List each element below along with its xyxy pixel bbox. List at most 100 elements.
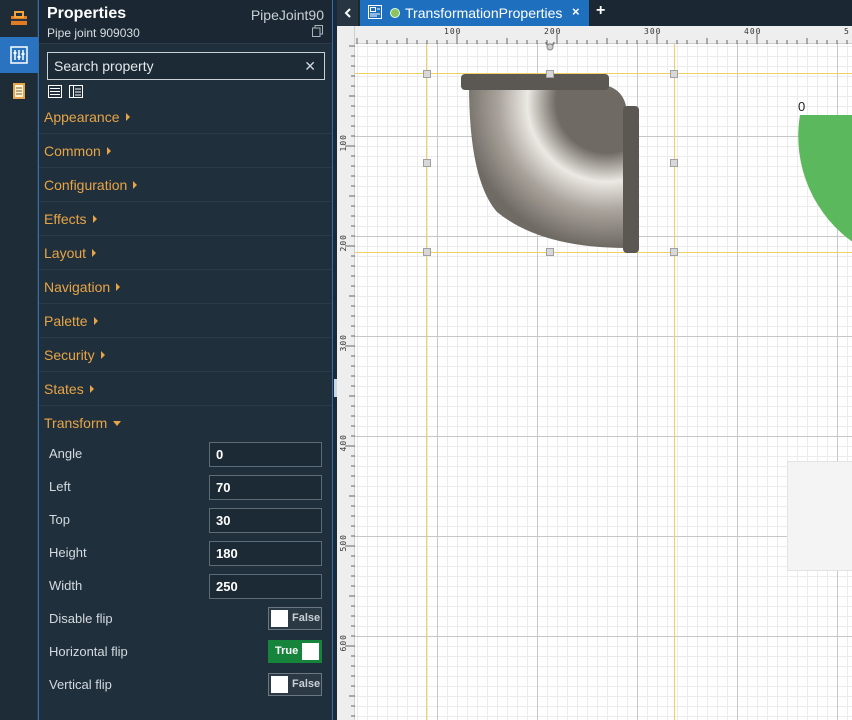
gauge-widget[interactable]	[797, 112, 852, 252]
resize-handle[interactable]	[670, 248, 678, 256]
prop-label: Angle	[49, 446, 83, 461]
prop-label: Top	[49, 512, 70, 527]
ruler-ticks	[345, 45, 355, 717]
tab-bar: TransformationProperties × +	[337, 0, 852, 26]
toggle-knob	[271, 610, 288, 627]
prop-label: Width	[49, 578, 83, 593]
search-input[interactable]	[48, 53, 298, 79]
toolbox-icon	[11, 11, 27, 25]
toolbox-button[interactable]	[0, 0, 38, 36]
resize-handle[interactable]	[546, 248, 554, 256]
category-appearance[interactable]: Appearance	[39, 101, 332, 134]
category-configuration[interactable]: Configuration	[39, 169, 332, 202]
copy-icon[interactable]	[312, 25, 323, 37]
prop-label: Vertical flip	[49, 677, 112, 692]
category-layout[interactable]: Layout	[39, 237, 332, 270]
category-label: Transform	[44, 415, 122, 431]
ruler-tick-label: 200	[339, 234, 348, 252]
category-states[interactable]: States	[39, 373, 332, 406]
top-input[interactable]: 30	[209, 508, 322, 533]
category-common[interactable]: Common	[39, 135, 332, 168]
category-label: Palette	[44, 313, 98, 329]
caret-right-icon	[92, 249, 97, 257]
category-label: Effects	[44, 211, 97, 227]
ruler-tick-label: 600	[339, 634, 348, 652]
prop-label: Height	[49, 545, 87, 560]
category-label: States	[44, 381, 94, 397]
caret-right-icon	[89, 385, 94, 393]
resize-handle[interactable]	[670, 159, 678, 167]
search-box: ✕	[47, 52, 325, 80]
selection-guide-right	[674, 44, 675, 720]
toggle-knob	[302, 643, 319, 660]
caret-right-icon	[92, 215, 97, 223]
disable-flip-toggle[interactable]: False	[268, 607, 322, 630]
status-dot	[390, 8, 400, 18]
angle-input[interactable]: 0	[209, 442, 322, 467]
left-icon-rail	[0, 0, 38, 720]
display-icon	[368, 5, 382, 19]
properties-button[interactable]	[0, 37, 38, 73]
rotate-handle-icon[interactable]	[544, 38, 556, 52]
caret-right-icon	[100, 351, 105, 359]
clear-search-icon[interactable]: ✕	[304, 58, 316, 75]
category-label: Appearance	[44, 109, 130, 125]
vertical-flip-toggle[interactable]: False	[268, 673, 322, 696]
ruler-tick-label: 300	[644, 27, 662, 36]
properties-panel: Properties Pipe joint 909030 PipeJoint90…	[38, 0, 333, 720]
horizontal-ruler: 100 200 300 400 5	[337, 26, 852, 44]
resize-handle[interactable]	[423, 70, 431, 78]
resize-handle[interactable]	[670, 70, 678, 78]
category-transform[interactable]: Transform	[39, 407, 332, 440]
canvas-placeholder-box[interactable]	[787, 461, 852, 571]
vertical-ruler: 100 200 300 400 500 600	[337, 26, 355, 720]
category-label: Security	[44, 347, 105, 363]
tab-close-button[interactable]: ×	[572, 4, 580, 19]
prop-label: Horizontal flip	[49, 644, 128, 659]
ruler-tick-label: 400	[339, 434, 348, 452]
toggle-knob	[271, 676, 288, 693]
chevron-left-icon	[344, 8, 351, 18]
resize-handle[interactable]	[546, 70, 554, 78]
prop-vertical-flip: Vertical flip False	[39, 673, 332, 706]
tab-transformation-properties[interactable]: TransformationProperties ×	[360, 0, 589, 26]
caret-right-icon	[116, 283, 121, 291]
resize-handle[interactable]	[423, 159, 431, 167]
caret-right-icon	[106, 147, 111, 155]
category-security[interactable]: Security	[39, 339, 332, 372]
panel-title: Properties	[47, 5, 127, 22]
category-label: Layout	[44, 245, 97, 261]
prop-height: Height 180	[39, 541, 332, 574]
prop-top: Top 30	[39, 508, 332, 541]
resize-handle[interactable]	[423, 248, 431, 256]
list-view-icon[interactable]	[48, 85, 62, 98]
design-canvas[interactable]: 100 200 300 400 5 100 200 300 400 500 60…	[337, 26, 852, 720]
caret-right-icon	[93, 317, 98, 325]
width-input[interactable]: 250	[209, 574, 322, 599]
ruler-tick-label: 100	[339, 134, 348, 152]
category-effects[interactable]: Effects	[39, 203, 332, 236]
caret-right-icon	[133, 181, 138, 189]
prop-disable-flip: Disable flip False	[39, 607, 332, 640]
ruler-tick-label: 200	[544, 27, 562, 36]
toggle-state: False	[292, 612, 321, 624]
horizontal-flip-toggle[interactable]: True	[268, 640, 322, 663]
toggle-state: True	[275, 645, 299, 657]
caret-right-icon	[125, 113, 130, 121]
pipe-joint-90[interactable]	[457, 70, 647, 260]
detail-view-icon[interactable]	[69, 85, 83, 98]
height-input[interactable]: 180	[209, 541, 322, 566]
gauge-value-label: 0	[798, 99, 806, 114]
add-tab-button[interactable]: +	[596, 2, 605, 20]
left-input[interactable]: 70	[209, 475, 322, 500]
ruler-tick-label: 5	[844, 27, 850, 36]
panel-subtitle: Pipe joint 909030	[47, 26, 140, 40]
project-button[interactable]	[0, 73, 38, 109]
category-palette[interactable]: Palette	[39, 305, 332, 338]
ruler-ticks	[356, 34, 848, 44]
category-navigation[interactable]: Navigation	[39, 271, 332, 304]
component-name: PipeJoint90	[250, 7, 324, 23]
tab-scroll-back-button[interactable]	[337, 0, 358, 26]
book-icon	[13, 83, 25, 99]
ruler-tick-label: 400	[744, 27, 762, 36]
